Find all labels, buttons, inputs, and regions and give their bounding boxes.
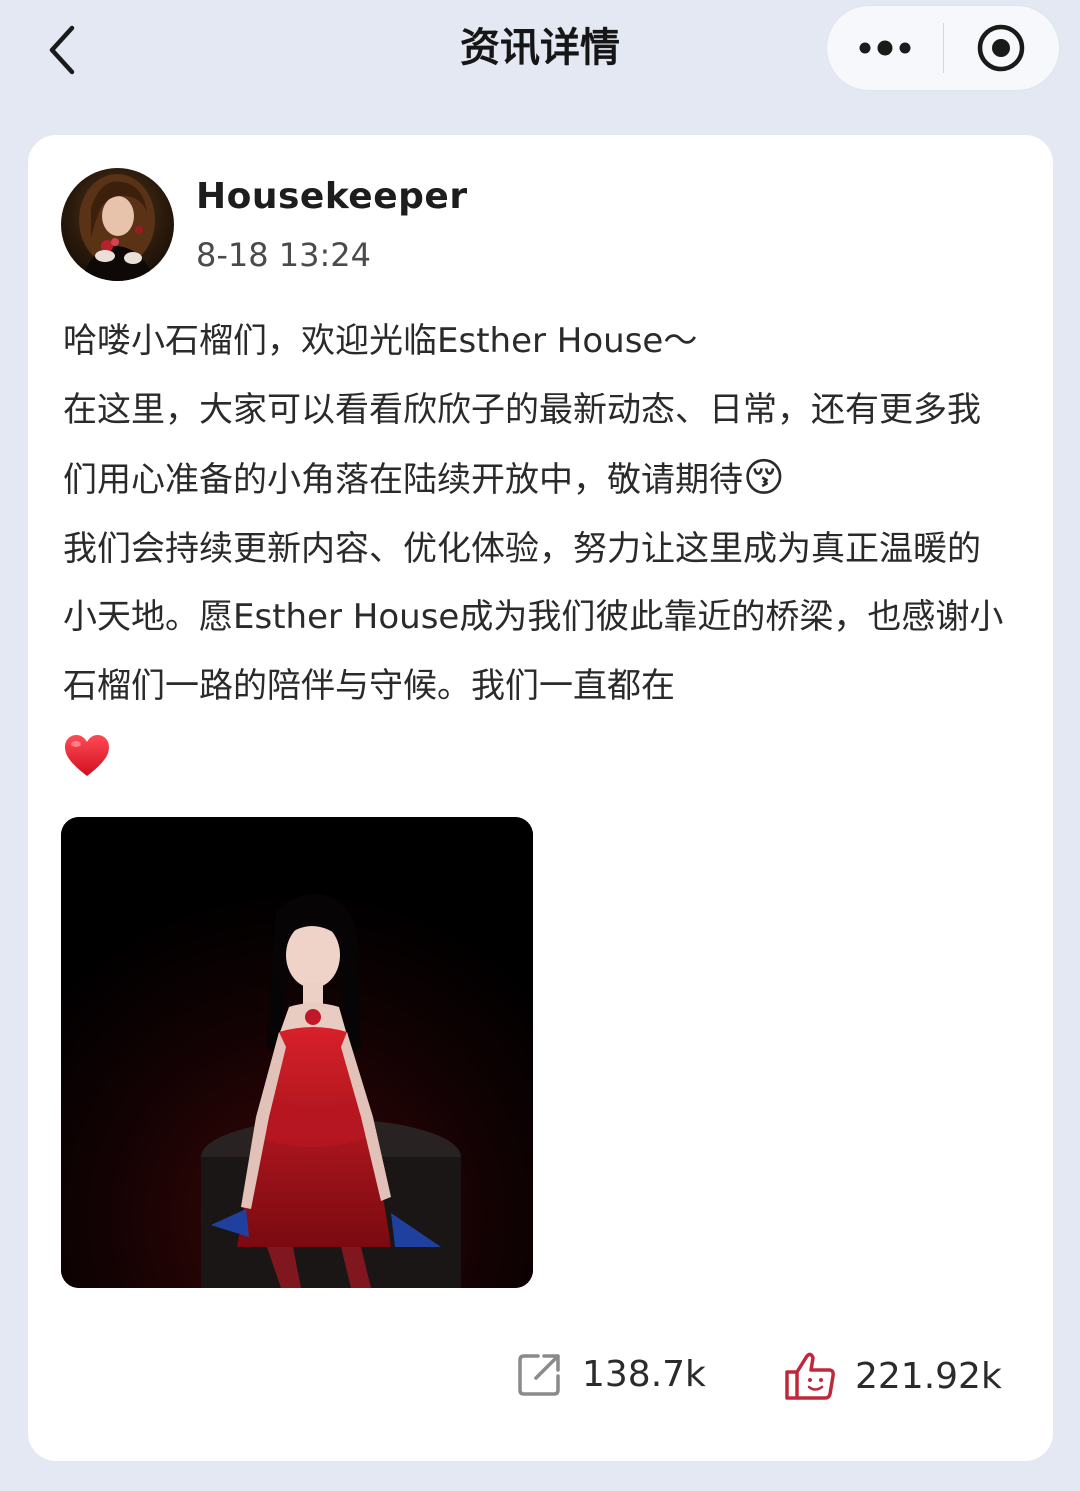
more-dots-icon (859, 40, 911, 56)
thumbs-up-icon (785, 1352, 835, 1400)
target-close-icon (978, 24, 1025, 72)
post-body: 哈喽小石榴们，欢迎光临Esther House～ 在这里，大家可以看看欣欣子的最… (63, 307, 1013, 789)
like-button[interactable]: 221.92k (783, 1350, 1002, 1402)
close-button[interactable] (944, 5, 1060, 91)
more-button[interactable] (827, 5, 943, 91)
post-paragraph-wrapper: 在这里，大家可以看看欣欣子的最新动态、日常，还有更多我们用心准备的小角落在陆续开… (63, 376, 1013, 515)
like-count: 221.92k (855, 1355, 1002, 1397)
share-button[interactable]: 138.7k (516, 1350, 706, 1398)
post-actions: 138.7k 221.92k (28, 1350, 1053, 1420)
share-icon (518, 1354, 560, 1396)
post-paragraph: 我们会持续更新内容、优化体验，努力让这里成为真正温暖的小天地。愿Esther H… (63, 528, 1004, 706)
post-time: 8-18 13:24 (196, 236, 372, 274)
red-heart-icon (65, 734, 109, 776)
avatar-image (61, 168, 174, 281)
mini-program-capsule (826, 5, 1060, 91)
kiss-emoji-icon: 😚 (743, 455, 785, 501)
post-paragraph: 在这里，大家可以看看欣欣子的最新动态、日常，还有更多我们用心准备的小角落在陆续开… (63, 389, 981, 501)
post-image[interactable] (61, 817, 533, 1288)
top-navigation-bar: 资讯详情 (0, 0, 1080, 100)
heart-line (63, 720, 1013, 789)
post-card: Housekeeper 8-18 13:24 哈喽小石榴们，欢迎光临Esther… (28, 135, 1053, 1461)
author-name[interactable]: Housekeeper (196, 175, 468, 219)
avatar[interactable] (61, 168, 174, 281)
post-photo (61, 817, 533, 1288)
share-count: 138.7k (582, 1353, 706, 1395)
post-paragraph: 哈喽小石榴们，欢迎光临Esther House～ (63, 321, 698, 361)
